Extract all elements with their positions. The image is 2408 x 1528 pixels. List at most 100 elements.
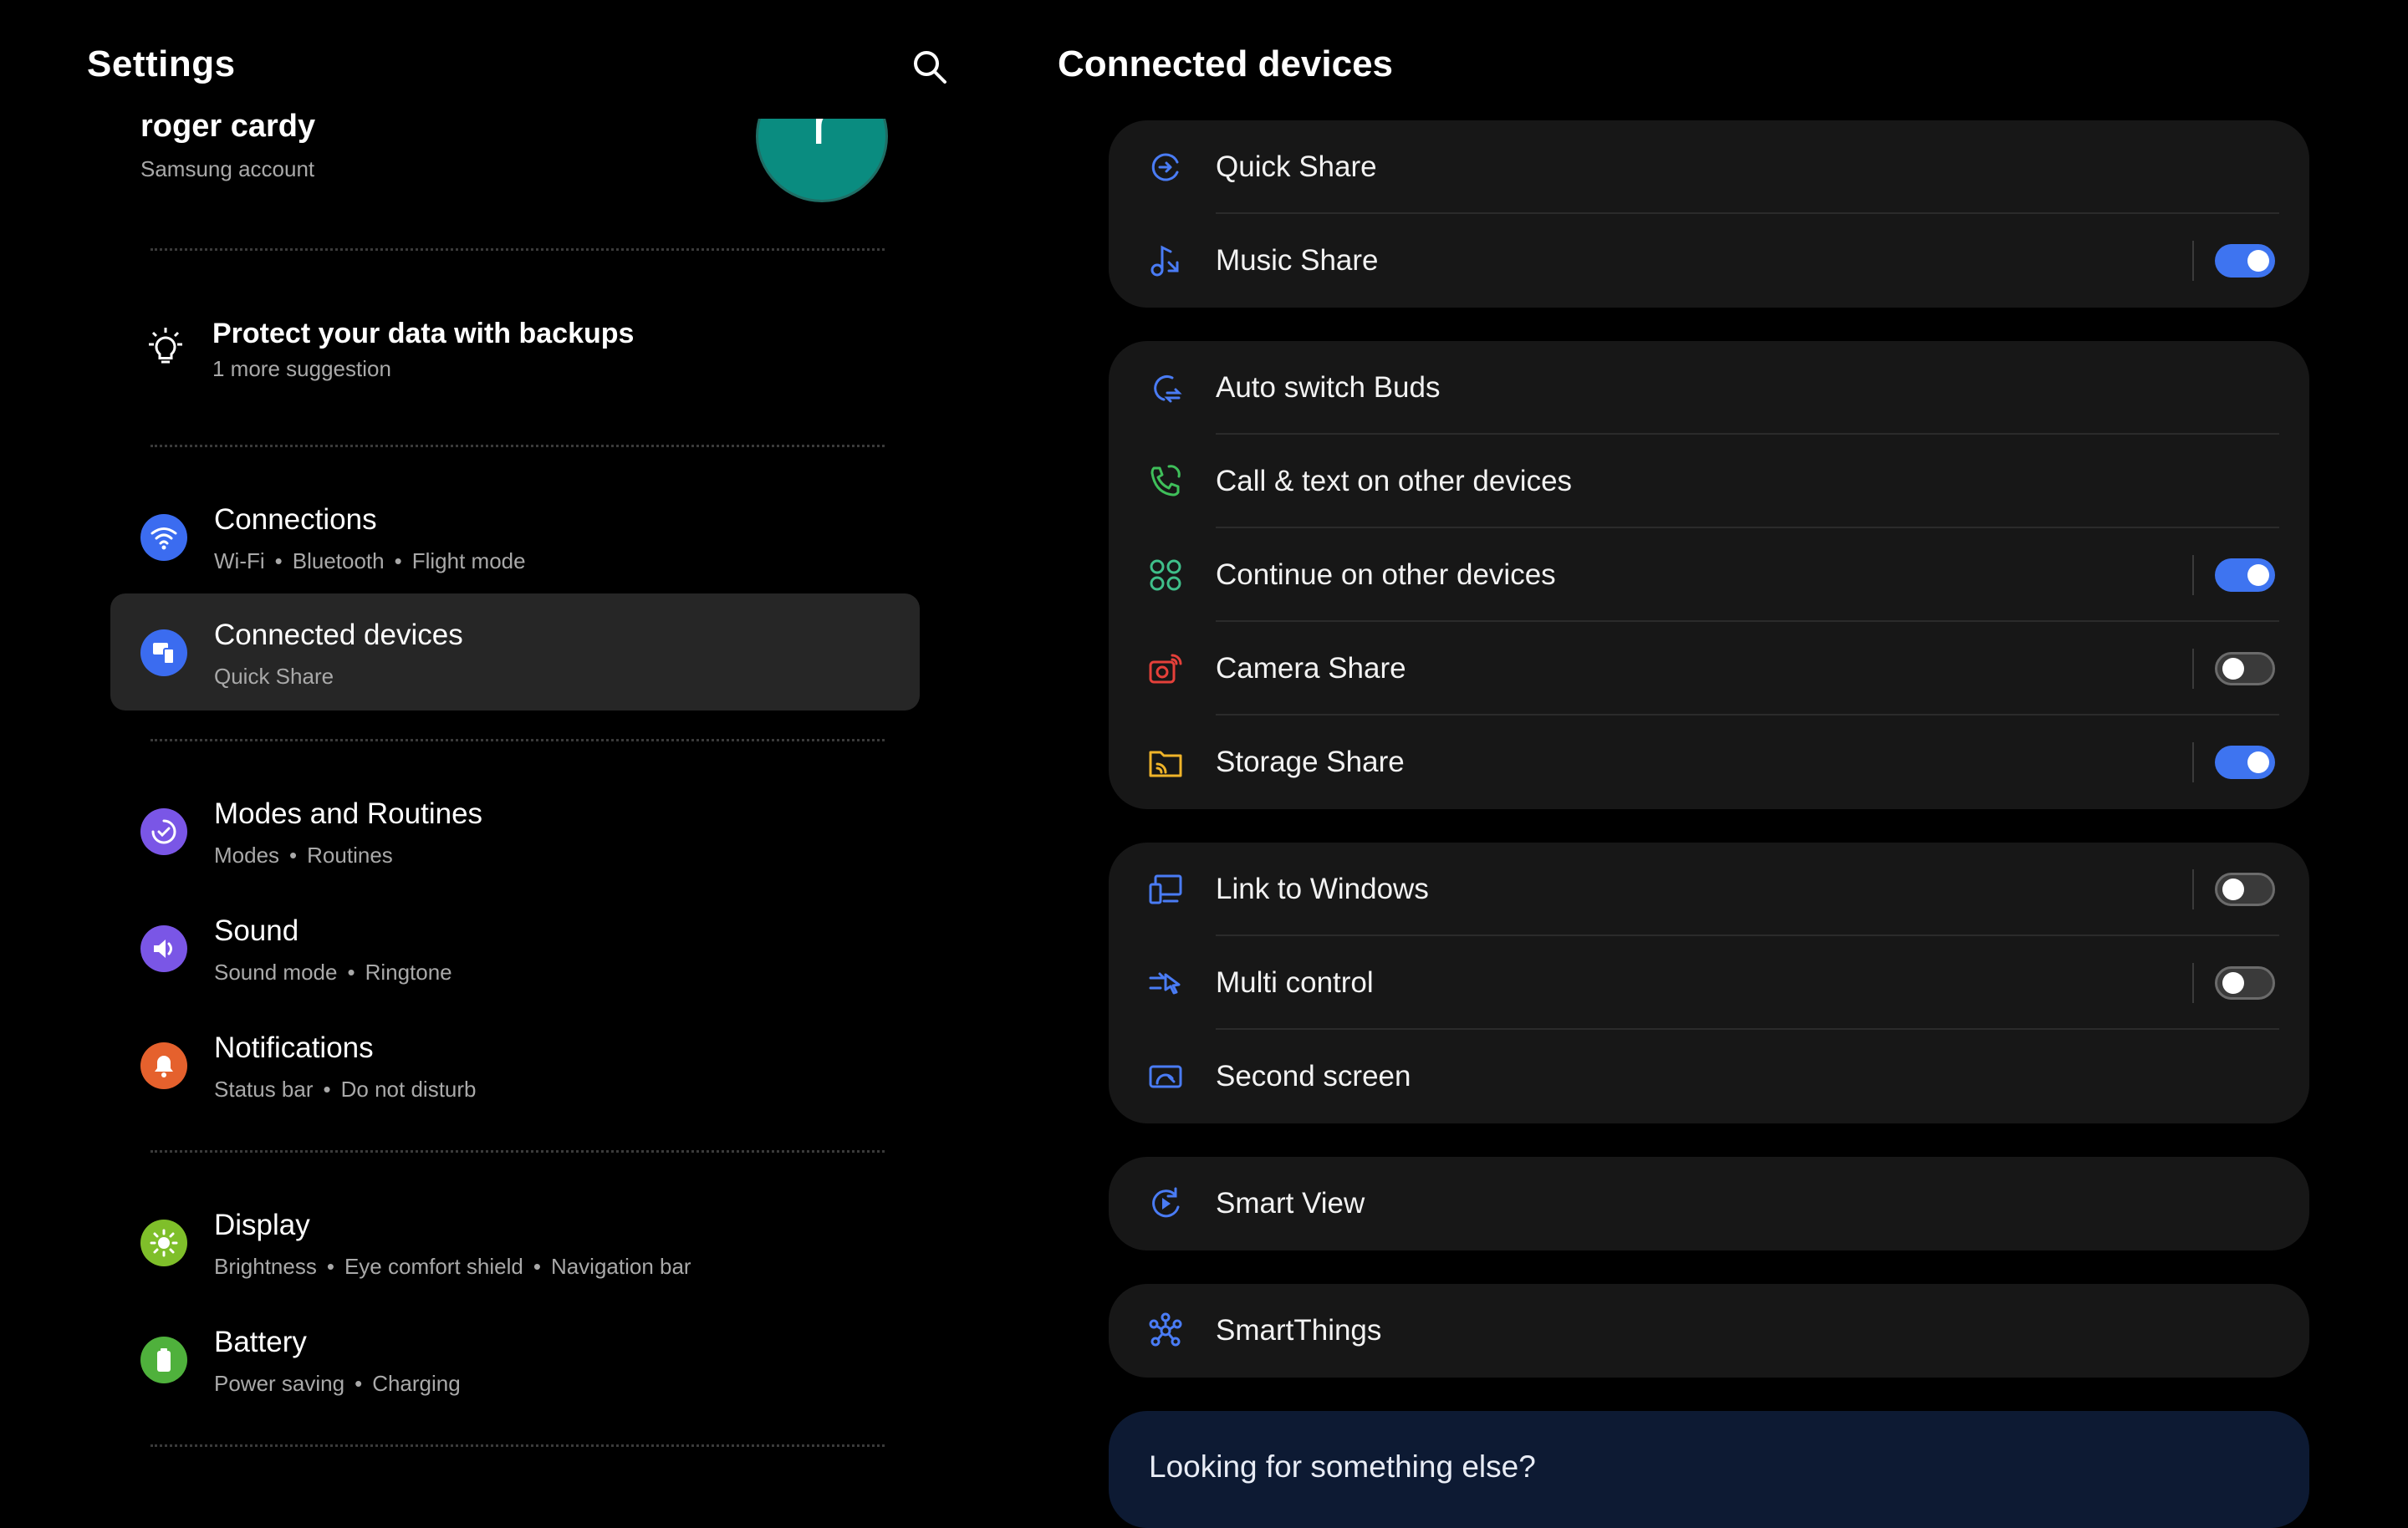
- row-link-to-windows[interactable]: Link to Windows: [1109, 843, 2309, 936]
- quick-share-icon: [1151, 153, 1179, 181]
- account-block[interactable]: roger cardy Samsung account: [140, 109, 315, 182]
- connected-devices-icon-badge: [140, 629, 187, 676]
- menu-item-connected-devices[interactable]: Connected devices Quick Share: [110, 593, 920, 711]
- search-button[interactable]: [910, 47, 950, 87]
- backup-suggestion[interactable]: Protect your data with backups 1 more su…: [142, 311, 895, 386]
- settings-card: Auto switch Buds Call & text on other de…: [1109, 341, 2309, 809]
- row-continue-on-other-devices[interactable]: Continue on other devices: [1109, 528, 2309, 622]
- subtitle-part: Brightness: [214, 1254, 317, 1279]
- row-label: Quick Share: [1216, 150, 1377, 183]
- smart-view-icon: [1152, 1187, 1180, 1218]
- page-title: Settings: [87, 43, 236, 84]
- row-label: Music Share: [1216, 244, 1379, 277]
- multi-control-toggle[interactable]: [2215, 966, 2275, 1000]
- menu-item-subtitle: Wi-Fi • Bluetooth • Flight mode: [214, 548, 526, 574]
- menu-item-modes-and-routines[interactable]: Modes and Routines Modes • Routines: [110, 772, 920, 889]
- menu-item-display[interactable]: Display Brightness • Eye comfort shield • Na…: [110, 1184, 920, 1301]
- subtitle-part: Wi-Fi: [214, 548, 265, 573]
- menu-item-title: Battery: [214, 1326, 307, 1358]
- menu-item-title: Notifications: [214, 1031, 374, 1064]
- separator-dot: •: [347, 960, 355, 985]
- row-label: Continue on other devices: [1216, 558, 1556, 591]
- menu-item-title: Connected devices: [214, 619, 463, 651]
- row-call-text[interactable]: Call & text on other devices: [1109, 435, 2309, 528]
- toggle-divider: [2192, 963, 2194, 1003]
- subtitle-part: Eye comfort shield: [344, 1254, 523, 1279]
- menu-item-sound[interactable]: Sound Sound mode • Ringtone: [110, 889, 920, 1006]
- continue-apps-icon: [1150, 559, 1181, 591]
- divider: [150, 1444, 885, 1447]
- suggestion-subtitle: 1 more suggestion: [212, 356, 391, 381]
- toggle-knob: [2247, 250, 2269, 272]
- modes-routines-icon-badge: [140, 808, 187, 855]
- second-screen-icon: [1149, 1065, 1182, 1088]
- toggle-knob: [2247, 751, 2269, 773]
- modes-routines-icon: [151, 819, 176, 844]
- toggle-divider: [2192, 649, 2194, 689]
- detail-title: Connected devices: [1058, 43, 1394, 84]
- row-smartthings[interactable]: SmartThings: [1109, 1284, 2309, 1378]
- link-to-windows-icon: [1149, 874, 1182, 904]
- storage-share-toggle[interactable]: [2215, 746, 2275, 779]
- divider: [150, 445, 885, 447]
- camera-share-icon: [1149, 654, 1182, 684]
- settings-card: Link to Windows Multi control Second scr…: [1109, 843, 2309, 1123]
- menu-item-subtitle: Power saving • Charging: [214, 1371, 461, 1397]
- menu-item-title: Display: [214, 1209, 310, 1241]
- lightbulb-icon: [149, 328, 182, 364]
- row-label: Auto switch Buds: [1216, 371, 1441, 404]
- display-icon-badge: [140, 1220, 187, 1266]
- row-multi-control[interactable]: Multi control: [1109, 936, 2309, 1030]
- auto-switch-buds-icon: [1154, 375, 1182, 403]
- battery-icon: [157, 1348, 171, 1372]
- row-smart-view[interactable]: Smart View: [1109, 1157, 2309, 1250]
- camera-share-toggle[interactable]: [2215, 652, 2275, 685]
- row-label: Camera Share: [1216, 652, 1406, 685]
- music-share-toggle[interactable]: [2215, 244, 2275, 278]
- looking-for-something-else-card: Looking for something else?: [1109, 1411, 2309, 1528]
- separator-dot: •: [326, 1254, 334, 1279]
- menu-item-subtitle: Modes • Routines: [214, 843, 393, 868]
- subtitle-part: Sound mode: [214, 960, 338, 985]
- row-music-share[interactable]: Music Share: [1109, 214, 2309, 308]
- continue-on-other-devices-toggle[interactable]: [2215, 558, 2275, 592]
- menu-item-subtitle: Sound mode • Ringtone: [214, 960, 452, 986]
- row-auto-switch-buds[interactable]: Auto switch Buds: [1109, 341, 2309, 435]
- menu-item-subtitle: Status bar • Do not disturb: [214, 1077, 477, 1103]
- row-second-screen[interactable]: Second screen: [1109, 1030, 2309, 1123]
- wifi-icon: [150, 527, 177, 550]
- menu-item-notifications[interactable]: Notifications Status bar • Do not disturb: [110, 1006, 920, 1123]
- toggle-knob: [2247, 564, 2269, 586]
- menu-item-battery[interactable]: Battery Power saving • Charging: [110, 1301, 920, 1418]
- subtitle-part: Bluetooth: [292, 548, 385, 573]
- row-storage-share[interactable]: Storage Share: [1109, 716, 2309, 809]
- subtitle-part: Routines: [307, 843, 393, 868]
- menu-item-title: Connections: [214, 503, 377, 536]
- bell-icon: [155, 1056, 173, 1077]
- header-overlay: [736, 0, 903, 119]
- smartthings-icon: [1149, 1312, 1182, 1347]
- menu-item-subtitle: Brightness • Eye comfort shield • Navigation…: [214, 1254, 691, 1280]
- separator-dot: •: [394, 548, 402, 573]
- toggle-divider: [2192, 241, 2194, 281]
- settings-list-pane: Settings r roger cardy Samsung account P…: [0, 0, 1003, 1505]
- music-share-icon: [1150, 245, 1179, 277]
- row-camera-share[interactable]: Camera Share: [1109, 622, 2309, 716]
- storage-share-icon: [1149, 751, 1182, 777]
- subtitle-part: Do not disturb: [340, 1077, 477, 1102]
- row-quick-share[interactable]: Quick Share: [1109, 120, 2309, 214]
- divider: [150, 739, 885, 741]
- menu-item-connections[interactable]: Connections Wi-Fi • Bluetooth • Flight mode: [110, 478, 920, 595]
- separator-dot: •: [289, 843, 298, 868]
- row-label: Second screen: [1216, 1060, 1411, 1093]
- subtitle-part: Modes: [214, 843, 280, 868]
- toggle-knob: [2222, 879, 2244, 900]
- toggle-divider: [2192, 555, 2194, 595]
- link-to-windows-toggle[interactable]: [2215, 873, 2275, 906]
- toggle-divider: [2192, 742, 2194, 782]
- row-label: Storage Share: [1216, 746, 1405, 778]
- volume-icon: [154, 940, 172, 958]
- separator-dot: •: [323, 1077, 331, 1102]
- connections-icon-badge: [140, 514, 187, 561]
- toggle-divider: [2192, 869, 2194, 909]
